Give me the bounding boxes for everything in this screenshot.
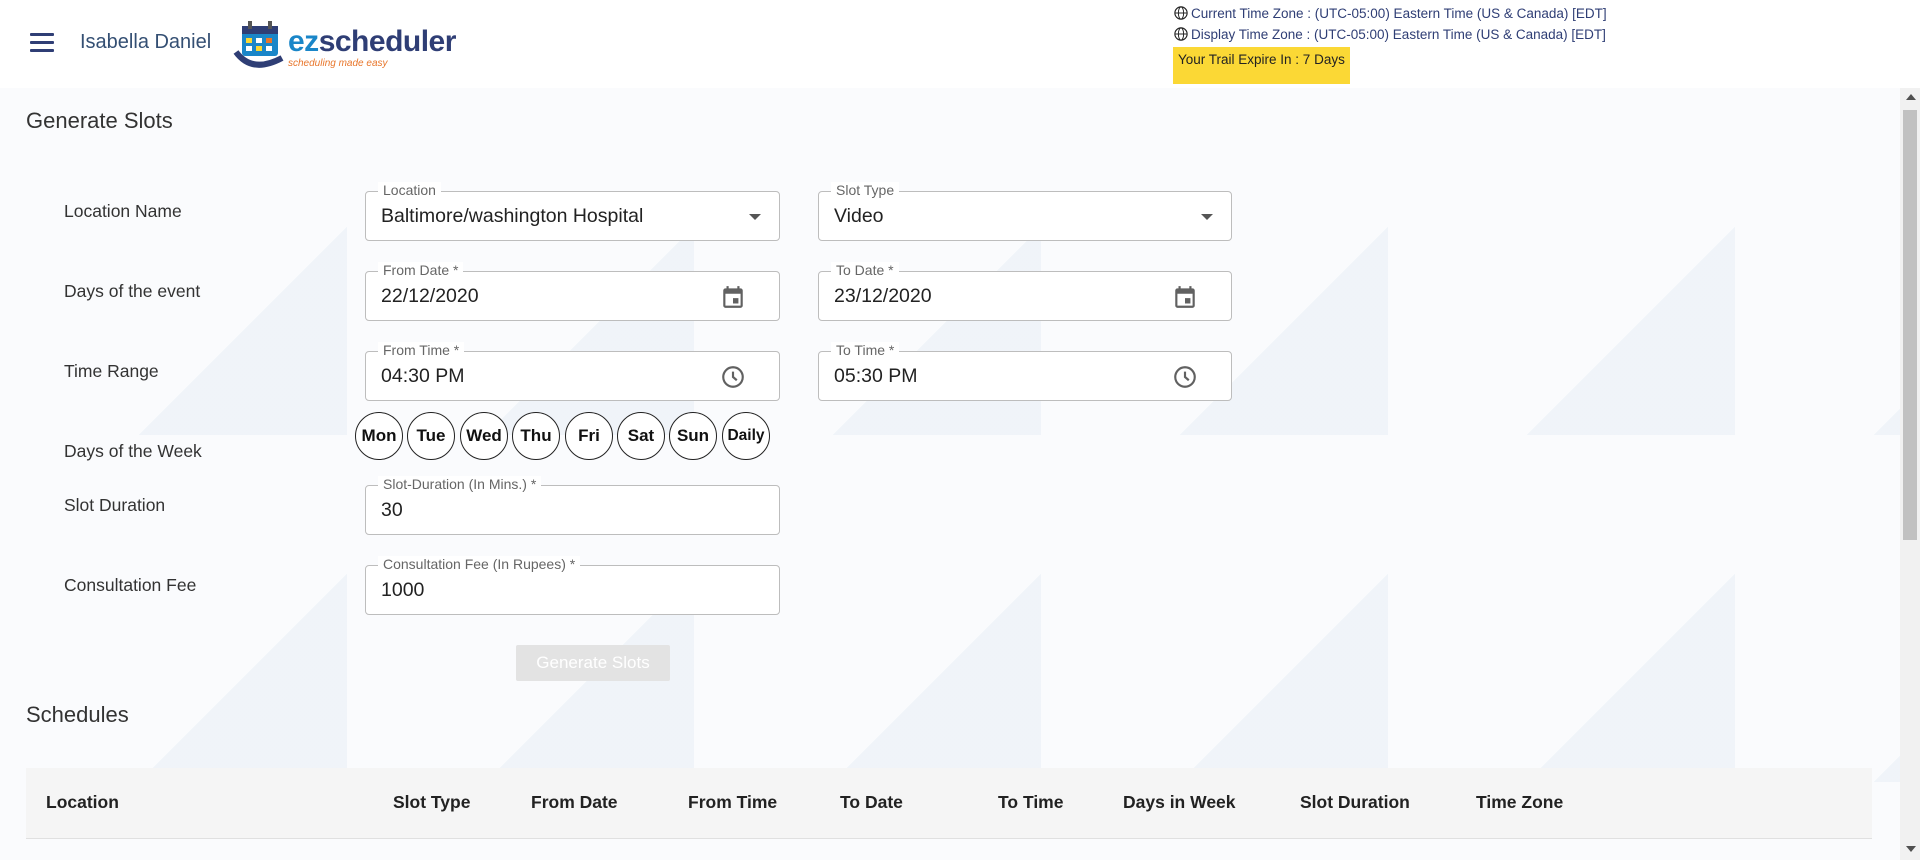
day-button-sat[interactable]: Sat <box>617 412 665 460</box>
column-header-to-date[interactable]: To Date <box>840 792 903 813</box>
location-select[interactable]: Location Baltimore/washington Hospital <box>365 182 780 241</box>
slot-duration-input-value: 30 <box>381 499 403 521</box>
logo-tagline: scheduling made easy <box>288 58 388 69</box>
day-button-daily[interactable]: Daily <box>722 412 770 460</box>
column-header-from-date[interactable]: From Date <box>531 792 618 813</box>
from-date-field[interactable]: From Date * 22/12/2020 <box>365 262 780 321</box>
from-date-value: 22/12/2020 <box>381 285 479 307</box>
slot-type-select-value: Video <box>834 205 884 227</box>
days-of-week-label: Days of the Week <box>64 441 202 461</box>
column-header-slot-type[interactable]: Slot Type <box>393 792 470 813</box>
column-header-time-zone[interactable]: Time Zone <box>1476 792 1563 813</box>
globe-icon <box>1174 6 1188 20</box>
from-date-label: From Date * <box>378 262 464 278</box>
schedules-title: Schedules <box>26 702 129 727</box>
main-content: Generate Slots Location Name Days of the… <box>0 88 1900 860</box>
to-date-label: To Date * <box>831 262 899 278</box>
day-button-wed[interactable]: Wed <box>460 412 508 460</box>
from-time-value: 04:30 PM <box>381 365 465 387</box>
slot-duration-input[interactable]: Slot-Duration (In Mins.) * 30 <box>365 476 780 535</box>
location-select-value: Baltimore/washington Hospital <box>381 205 644 227</box>
to-time-field[interactable]: To Time * 05:30 PM <box>818 342 1232 401</box>
app-header: Isabella Daniel ezscheduler scheduling m… <box>0 0 1920 88</box>
clock-icon[interactable] <box>1172 364 1198 390</box>
current-timezone-text: Current Time Zone : (UTC-05:00) Eastern … <box>1191 6 1607 21</box>
display-timezone-text: Display Time Zone : (UTC-05:00) Eastern … <box>1191 27 1606 42</box>
calendar-icon[interactable] <box>1172 284 1198 310</box>
slot-duration-input-label: Slot-Duration (In Mins.) * <box>378 476 542 492</box>
calendar-icon[interactable] <box>720 284 746 310</box>
to-date-field[interactable]: To Date * 23/12/2020 <box>818 262 1232 321</box>
scroll-up-arrow-icon[interactable] <box>1906 94 1916 100</box>
location-select-label: Location <box>378 182 441 198</box>
user-name: Isabella Daniel <box>80 31 212 53</box>
consultation-fee-input-label: Consultation Fee (In Rupees) * <box>378 556 581 572</box>
from-time-field[interactable]: From Time * 04:30 PM <box>365 342 780 401</box>
column-header-days-in-week[interactable]: Days in Week <box>1123 792 1236 813</box>
slot-type-select-label: Slot Type <box>831 182 900 198</box>
consultation-fee-label: Consultation Fee <box>64 575 197 595</box>
location-name-label: Location Name <box>64 201 182 221</box>
day-button-sun[interactable]: Sun <box>669 412 717 460</box>
slot-type-select[interactable]: Slot Type Video <box>818 182 1232 241</box>
to-time-value: 05:30 PM <box>834 365 918 387</box>
vertical-scrollbar[interactable] <box>1900 88 1920 860</box>
schedules-table-header: Location Slot Type From Date From Time T… <box>26 768 1872 839</box>
day-button-tue[interactable]: Tue <box>407 412 455 460</box>
scroll-thumb[interactable] <box>1903 110 1917 540</box>
from-time-label: From Time * <box>378 342 465 358</box>
day-button-thu[interactable]: Thu <box>512 412 560 460</box>
clock-icon[interactable] <box>720 364 746 390</box>
day-button-mon[interactable]: Mon <box>355 412 403 460</box>
logo-text-ez: ez <box>288 25 319 58</box>
trial-expiry-badge: Your Trail Expire In : 7 Days <box>1173 47 1350 84</box>
calendar-logo-icon <box>233 21 284 68</box>
chevron-down-icon <box>1201 214 1213 220</box>
page-title: Generate Slots <box>26 108 173 133</box>
day-button-fri[interactable]: Fri <box>565 412 613 460</box>
scroll-down-arrow-icon[interactable] <box>1906 846 1916 852</box>
column-header-from-time[interactable]: From Time <box>688 792 777 813</box>
time-range-label: Time Range <box>64 361 159 381</box>
days-of-event-label: Days of the event <box>64 281 201 301</box>
column-header-slot-duration[interactable]: Slot Duration <box>1300 792 1410 813</box>
menu-icon[interactable] <box>30 33 54 53</box>
consultation-fee-input-value: 1000 <box>381 579 425 601</box>
current-timezone: Current Time Zone : (UTC-05:00) Eastern … <box>1174 6 1607 21</box>
column-header-to-time[interactable]: To Time <box>998 792 1063 813</box>
to-date-value: 23/12/2020 <box>834 285 932 307</box>
column-header-location[interactable]: Location <box>46 792 119 813</box>
consultation-fee-input[interactable]: Consultation Fee (In Rupees) * 1000 <box>365 556 780 615</box>
to-time-label: To Time * <box>831 342 900 358</box>
generate-slots-button[interactable]: Generate Slots <box>516 645 670 681</box>
slot-duration-label: Slot Duration <box>64 495 166 515</box>
chevron-down-icon <box>749 214 761 220</box>
globe-icon <box>1174 27 1188 41</box>
logo-text-scheduler: scheduler <box>318 25 457 58</box>
ezscheduler-logo[interactable]: ezscheduler scheduling made easy <box>232 18 456 70</box>
display-timezone: Display Time Zone : (UTC-05:00) Eastern … <box>1174 27 1606 42</box>
